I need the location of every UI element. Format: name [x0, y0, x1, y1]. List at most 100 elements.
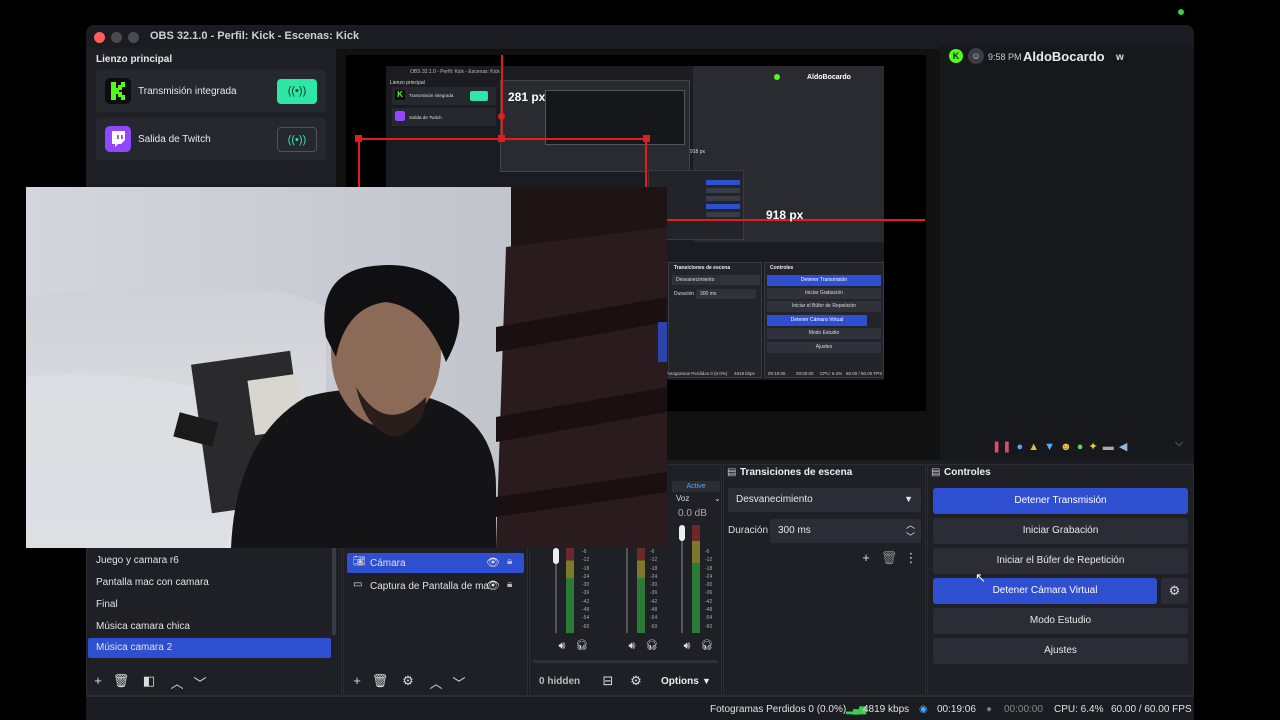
add-source-icon[interactable]: +: [348, 673, 366, 688]
remove-source-icon[interactable]: 🗑︎: [371, 673, 389, 689]
add-transition-icon[interactable]: +: [857, 550, 875, 565]
volume-slider-track[interactable]: [681, 525, 683, 633]
collapse-chevron-icon[interactable]: ⌵: [1175, 437, 1183, 450]
source-item[interactable]: ▭ Captura de Pantalla de ma 👁︎ 🔒︎: [347, 576, 524, 596]
speaker-icon[interactable]: 🔊︎: [553, 640, 571, 653]
chat-badge: w: [1116, 52, 1124, 63]
duration-label: Duración: [728, 525, 769, 536]
chevron-down-icon[interactable]: ⌄: [714, 494, 721, 503]
move-up-icon[interactable]: ︿: [168, 673, 186, 692]
headphones-icon[interactable]: 🎧︎: [643, 640, 661, 651]
speaker-icon[interactable]: ◀: [1119, 441, 1128, 453]
minimize-window-icon[interactable]: [111, 32, 122, 43]
scene-item[interactable]: Juego y camara r6: [88, 551, 331, 571]
webcam-overlay[interactable]: [26, 187, 667, 548]
lock-icon[interactable]: 🔒︎: [507, 556, 512, 567]
bell-icon[interactable]: ▲: [1028, 441, 1040, 453]
display-icon: ▭: [353, 579, 363, 590]
eye-icon[interactable]: 👁︎: [486, 556, 500, 569]
speaker-icon[interactable]: 🔊︎: [678, 640, 696, 653]
scene-item[interactable]: Música camara chica: [88, 617, 331, 637]
chat-emote-bar[interactable]: ❚❚ ● ▲ ▼ ☻ ● ✦ ▬ ◀: [992, 440, 1128, 453]
scenes-scrollbar[interactable]: [332, 540, 336, 635]
nested-fps: 60.00 / 60.00 FPS: [846, 371, 883, 376]
stepper-icon[interactable]: ︿ ﹀: [906, 519, 915, 543]
twitch-logo-icon: [395, 111, 405, 121]
volume-slider-handle[interactable]: [553, 548, 559, 564]
nested-start-record: Iniciar Grabación: [767, 288, 881, 299]
add-scene-icon[interactable]: +: [89, 673, 107, 688]
stop-virtual-camera-button[interactable]: Detener Cámara Virtual: [933, 578, 1157, 604]
scene-item-selected[interactable]: Música camara 2: [88, 638, 331, 658]
virtual-camera-settings-icon[interactable]: ⚙︎: [1161, 578, 1188, 604]
transform-handle[interactable]: [498, 135, 505, 142]
nested-transition-select: Desvanecimiento: [672, 275, 760, 285]
transform-handle[interactable]: [498, 113, 505, 120]
settings-button[interactable]: Ajustes: [933, 638, 1188, 664]
options-button[interactable]: Options: [661, 676, 699, 687]
layout-toggle-icon[interactable]: ⊟: [599, 673, 617, 689]
nested-outputs-header: Lienzo principal: [390, 80, 425, 86]
more-options-icon[interactable]: ⋮: [902, 550, 920, 566]
source-label: Captura de Pantalla de ma: [370, 581, 489, 592]
transition-select[interactable]: Desvanecimiento ▼: [728, 488, 921, 512]
emote-icon[interactable]: ●: [1077, 441, 1085, 453]
move-down-icon[interactable]: ﹀: [450, 673, 468, 692]
filter-icon[interactable]: ▼: [1044, 441, 1056, 453]
twitch-logo-icon: [105, 126, 131, 152]
mixer-scrollbar[interactable]: [533, 660, 718, 663]
pause-icon[interactable]: ❚❚: [992, 441, 1012, 453]
selection-bounding-box[interactable]: [358, 138, 647, 190]
start-recording-button[interactable]: Iniciar Grabación: [933, 518, 1188, 544]
headphones-icon[interactable]: 🎧︎: [573, 640, 591, 651]
nested-replay: Iniciar el Búfer de Repetición: [767, 301, 881, 312]
remove-transition-icon[interactable]: 🗑︎: [880, 550, 898, 566]
lock-icon[interactable]: 🔒︎: [507, 579, 512, 590]
volume-slider-track[interactable]: [626, 548, 628, 633]
guide-line-top: [501, 55, 503, 138]
nested-kbps: 4819 kbps: [734, 371, 755, 376]
move-down-icon[interactable]: ﹀: [191, 673, 209, 692]
cpu-usage: CPU: 6.4%: [1054, 704, 1104, 715]
duration-field[interactable]: 300 ms ︿ ﹀: [770, 519, 921, 543]
nested-small-button: [706, 188, 740, 193]
dock-icon: ▤: [931, 467, 941, 478]
meter-ticks: -6 -12 -18 -24 -30 -36 -42 -48 -54 -60: [650, 549, 658, 630]
emoji-icon[interactable]: ☻: [1060, 441, 1073, 453]
scene-filters-icon[interactable]: ◧: [140, 673, 158, 689]
badge-icon[interactable]: ▬: [1103, 441, 1115, 453]
eye-icon[interactable]: 👁︎: [486, 579, 500, 592]
scene-item[interactable]: Final: [88, 595, 331, 615]
broom-icon[interactable]: ✦: [1088, 441, 1098, 453]
broadcast-toggle-button[interactable]: ((•)): [277, 127, 317, 152]
start-replay-buffer-button[interactable]: Iniciar el Búfer de Repetición: [933, 548, 1188, 574]
mixer-settings-icon[interactable]: ⚙︎: [627, 673, 645, 689]
nested-small-button: [706, 180, 740, 185]
transform-handle[interactable]: [643, 135, 650, 142]
mouse-cursor-icon: ↖: [975, 570, 986, 585]
bitrate: 4819 kbps: [863, 704, 910, 715]
transitions-header: Transiciones de escena: [740, 467, 853, 478]
chat-bubble-icon[interactable]: ●: [1017, 441, 1025, 453]
stop-streaming-button[interactable]: Detener Transmisión: [933, 488, 1188, 514]
volume-slider-handle[interactable]: [679, 525, 685, 541]
dropped-frames: Fotogramas Perdidos 0 (0.0%): [710, 704, 847, 715]
broadcast-toggle-button[interactable]: ((•)): [277, 79, 317, 104]
close-window-icon[interactable]: [94, 32, 105, 43]
nested-virtualcam: Detener Cámara Virtual: [767, 315, 867, 326]
headphones-icon[interactable]: 🎧︎: [698, 640, 716, 651]
speaker-icon[interactable]: 🔊︎: [623, 640, 641, 653]
move-up-icon[interactable]: ︿: [427, 673, 445, 692]
kick-logo-icon: K: [949, 49, 963, 63]
remove-scene-icon[interactable]: 🗑︎: [112, 673, 130, 689]
output-label: Salida de Twitch: [138, 134, 211, 145]
source-item-selected[interactable]: 📷︎ Cámara 👁︎ 🔒︎: [347, 553, 524, 573]
scene-item[interactable]: Pantalla mac con camara: [88, 573, 331, 593]
source-properties-icon[interactable]: ⚙︎: [399, 673, 417, 689]
zoom-window-icon[interactable]: [128, 32, 139, 43]
output-label: Transmisión integrada: [138, 86, 237, 97]
nested-output-label: Salida de Twitch: [409, 115, 442, 120]
studio-mode-button[interactable]: Modo Estudio: [933, 608, 1188, 634]
transform-handle[interactable]: [355, 135, 362, 142]
chevron-down-icon[interactable]: ▼: [702, 676, 711, 686]
